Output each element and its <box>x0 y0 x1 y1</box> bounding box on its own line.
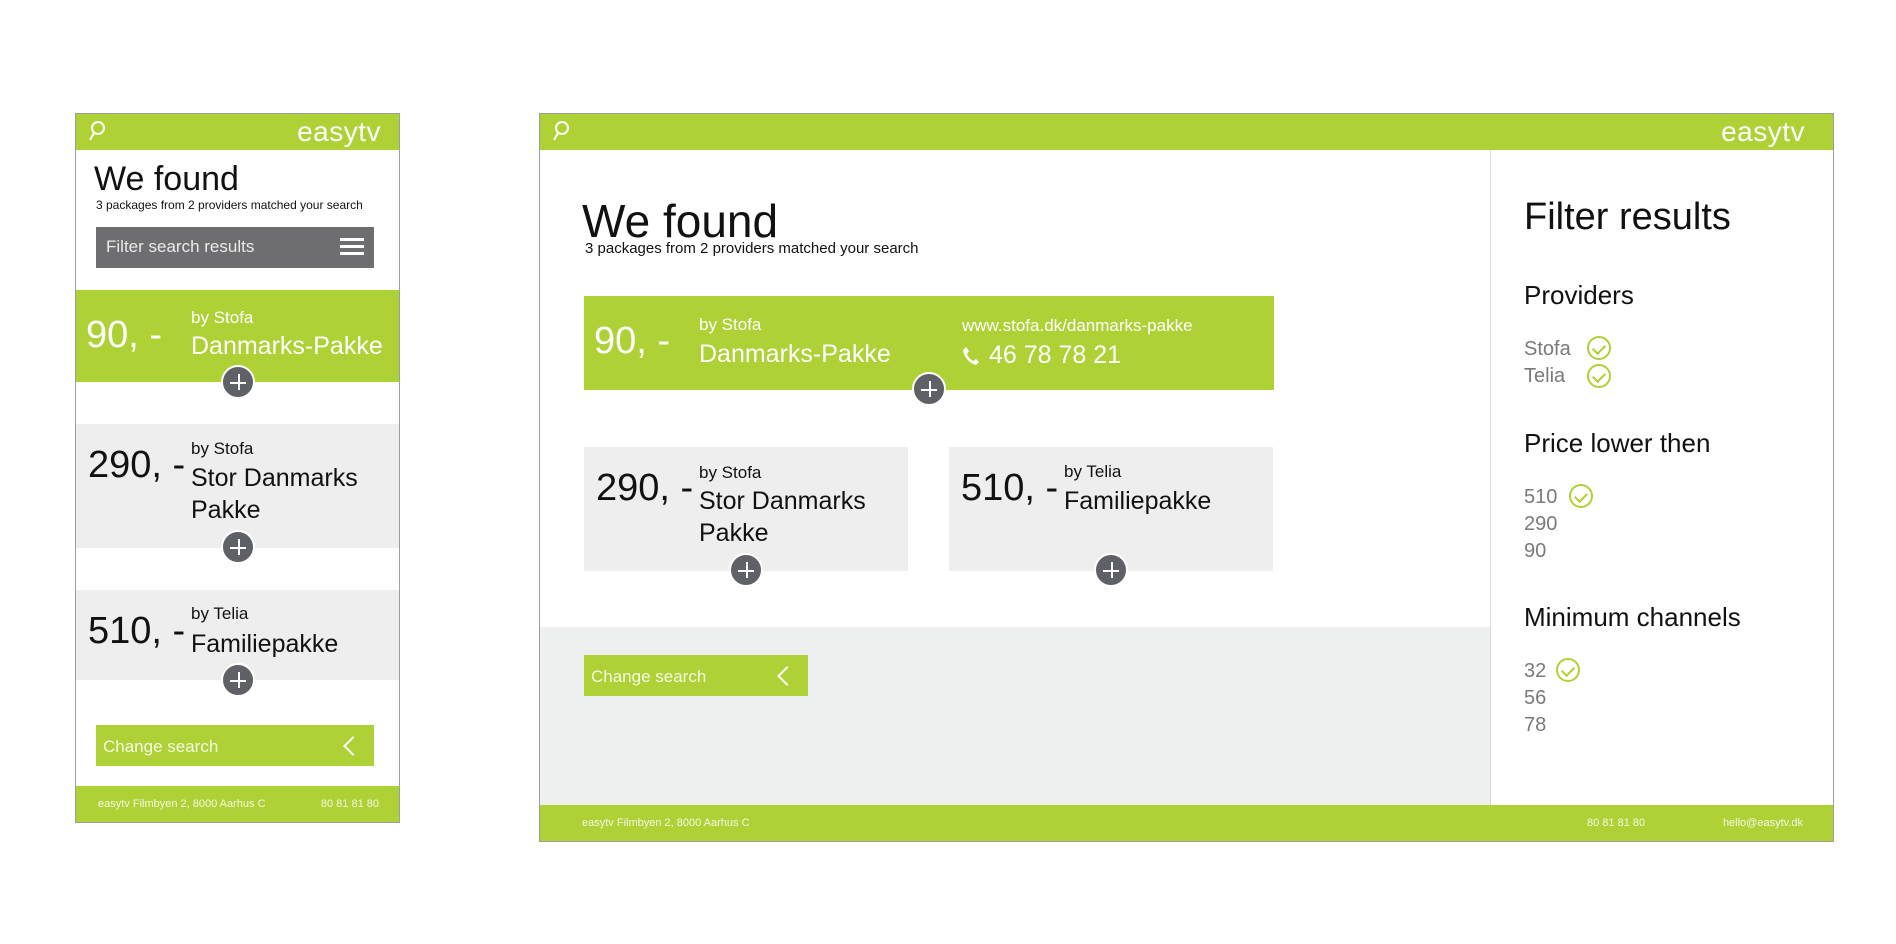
package-name: Danmarks-Pakke <box>191 332 383 360</box>
package-provider: by Telia <box>191 604 249 623</box>
footer-email[interactable]: hello@easytv.dk <box>1723 817 1803 829</box>
desktop-frame: easytv We found 3 packages from 2 provid… <box>539 113 1834 842</box>
package-price: 290, - <box>88 444 186 486</box>
filter-option-32[interactable]: 32 <box>1524 660 1546 683</box>
results-summary: 3 packages from 2 providers matched your… <box>96 198 363 212</box>
package-price: 90, - <box>86 314 163 356</box>
package-name-line2: Pakke <box>191 496 261 524</box>
package-provider: by Stofa <box>699 315 762 334</box>
check-icon[interactable] <box>1569 484 1593 508</box>
add-package-button[interactable] <box>221 530 255 564</box>
add-package-button[interactable] <box>221 663 255 697</box>
phone-icon <box>963 347 979 365</box>
package-provider: by Stofa <box>191 439 254 458</box>
provider-phone[interactable]: 46 78 78 21 <box>989 339 1121 371</box>
check-icon[interactable] <box>1587 364 1611 388</box>
footer-address: easytv Filmbyen 2, 8000 Aarhus C <box>582 817 750 829</box>
change-search-label: Change search <box>103 737 219 756</box>
provider-url[interactable]: www.stofa.dk/danmarks-pakke <box>962 316 1193 336</box>
chevron-left-icon <box>777 666 797 686</box>
filter-option-90[interactable]: 90 <box>1524 540 1546 563</box>
package-price: 510, - <box>961 467 1059 509</box>
filter-option-56[interactable]: 56 <box>1524 687 1546 710</box>
package-provider: by Telia <box>1064 462 1122 481</box>
change-search-button[interactable]: Change search <box>96 725 374 766</box>
package-name-line2: Pakke <box>699 519 769 547</box>
top-bar: easytv <box>76 114 399 150</box>
filter-title: Filter results <box>1524 196 1731 238</box>
package-price: 510, - <box>88 610 186 652</box>
mobile-frame: easytv We found 3 packages from 2 provid… <box>75 113 400 823</box>
logo[interactable]: easytv <box>1721 116 1805 148</box>
change-search-label: Change search <box>591 667 707 686</box>
package-name: Familiepakke <box>1064 487 1212 515</box>
logo[interactable]: easytv <box>297 116 381 148</box>
check-icon[interactable] <box>1587 336 1611 360</box>
package-price: 90, - <box>594 320 671 362</box>
change-search-button[interactable]: Change search <box>584 655 808 696</box>
filter-option-stofa[interactable]: Stofa <box>1524 338 1571 361</box>
filter-option-telia[interactable]: Telia <box>1524 365 1565 388</box>
add-package-button[interactable] <box>912 372 946 406</box>
page-title: We found <box>94 160 239 198</box>
footer-phone[interactable]: 80 81 81 80 <box>1587 817 1645 829</box>
package-provider: by Stofa <box>699 463 762 482</box>
filter-option-78[interactable]: 78 <box>1524 714 1546 737</box>
providers-heading: Providers <box>1524 280 1634 310</box>
footer: easytv Filmbyen 2, 8000 Aarhus C 80 81 8… <box>540 805 1833 841</box>
chevron-left-icon <box>343 736 363 756</box>
search-icon[interactable] <box>86 120 108 142</box>
add-package-button[interactable] <box>221 365 255 399</box>
add-package-button[interactable] <box>729 553 763 587</box>
main-bottom-area <box>540 627 1490 807</box>
add-package-button[interactable] <box>1094 553 1128 587</box>
filter-label: Filter search results <box>106 237 255 256</box>
channels-heading: Minimum channels <box>1524 602 1741 632</box>
footer: easytv Filmbyen 2, 8000 Aarhus C 80 81 8… <box>76 786 399 822</box>
results-summary: 3 packages from 2 providers matched your… <box>585 240 919 257</box>
sidebar-divider <box>1490 150 1491 807</box>
price-heading: Price lower then <box>1524 428 1711 458</box>
package-name: Stor Danmarks <box>699 487 866 515</box>
package-name: Danmarks-Pakke <box>699 340 891 368</box>
menu-icon <box>340 238 364 259</box>
top-bar: easytv <box>540 114 1833 150</box>
package-name: Stor Danmarks <box>191 464 358 492</box>
package-price: 290, - <box>596 467 694 509</box>
check-icon[interactable] <box>1556 658 1580 682</box>
package-provider: by Stofa <box>191 308 254 327</box>
footer-address: easytv Filmbyen 2, 8000 Aarhus C <box>98 798 266 810</box>
filter-option-290[interactable]: 290 <box>1524 513 1557 536</box>
filter-option-510[interactable]: 510 <box>1524 486 1557 509</box>
footer-phone[interactable]: 80 81 81 80 <box>321 798 379 810</box>
search-icon[interactable] <box>550 120 572 142</box>
filter-search-results-button[interactable]: Filter search results <box>96 227 374 268</box>
package-name: Familiepakke <box>191 630 339 658</box>
